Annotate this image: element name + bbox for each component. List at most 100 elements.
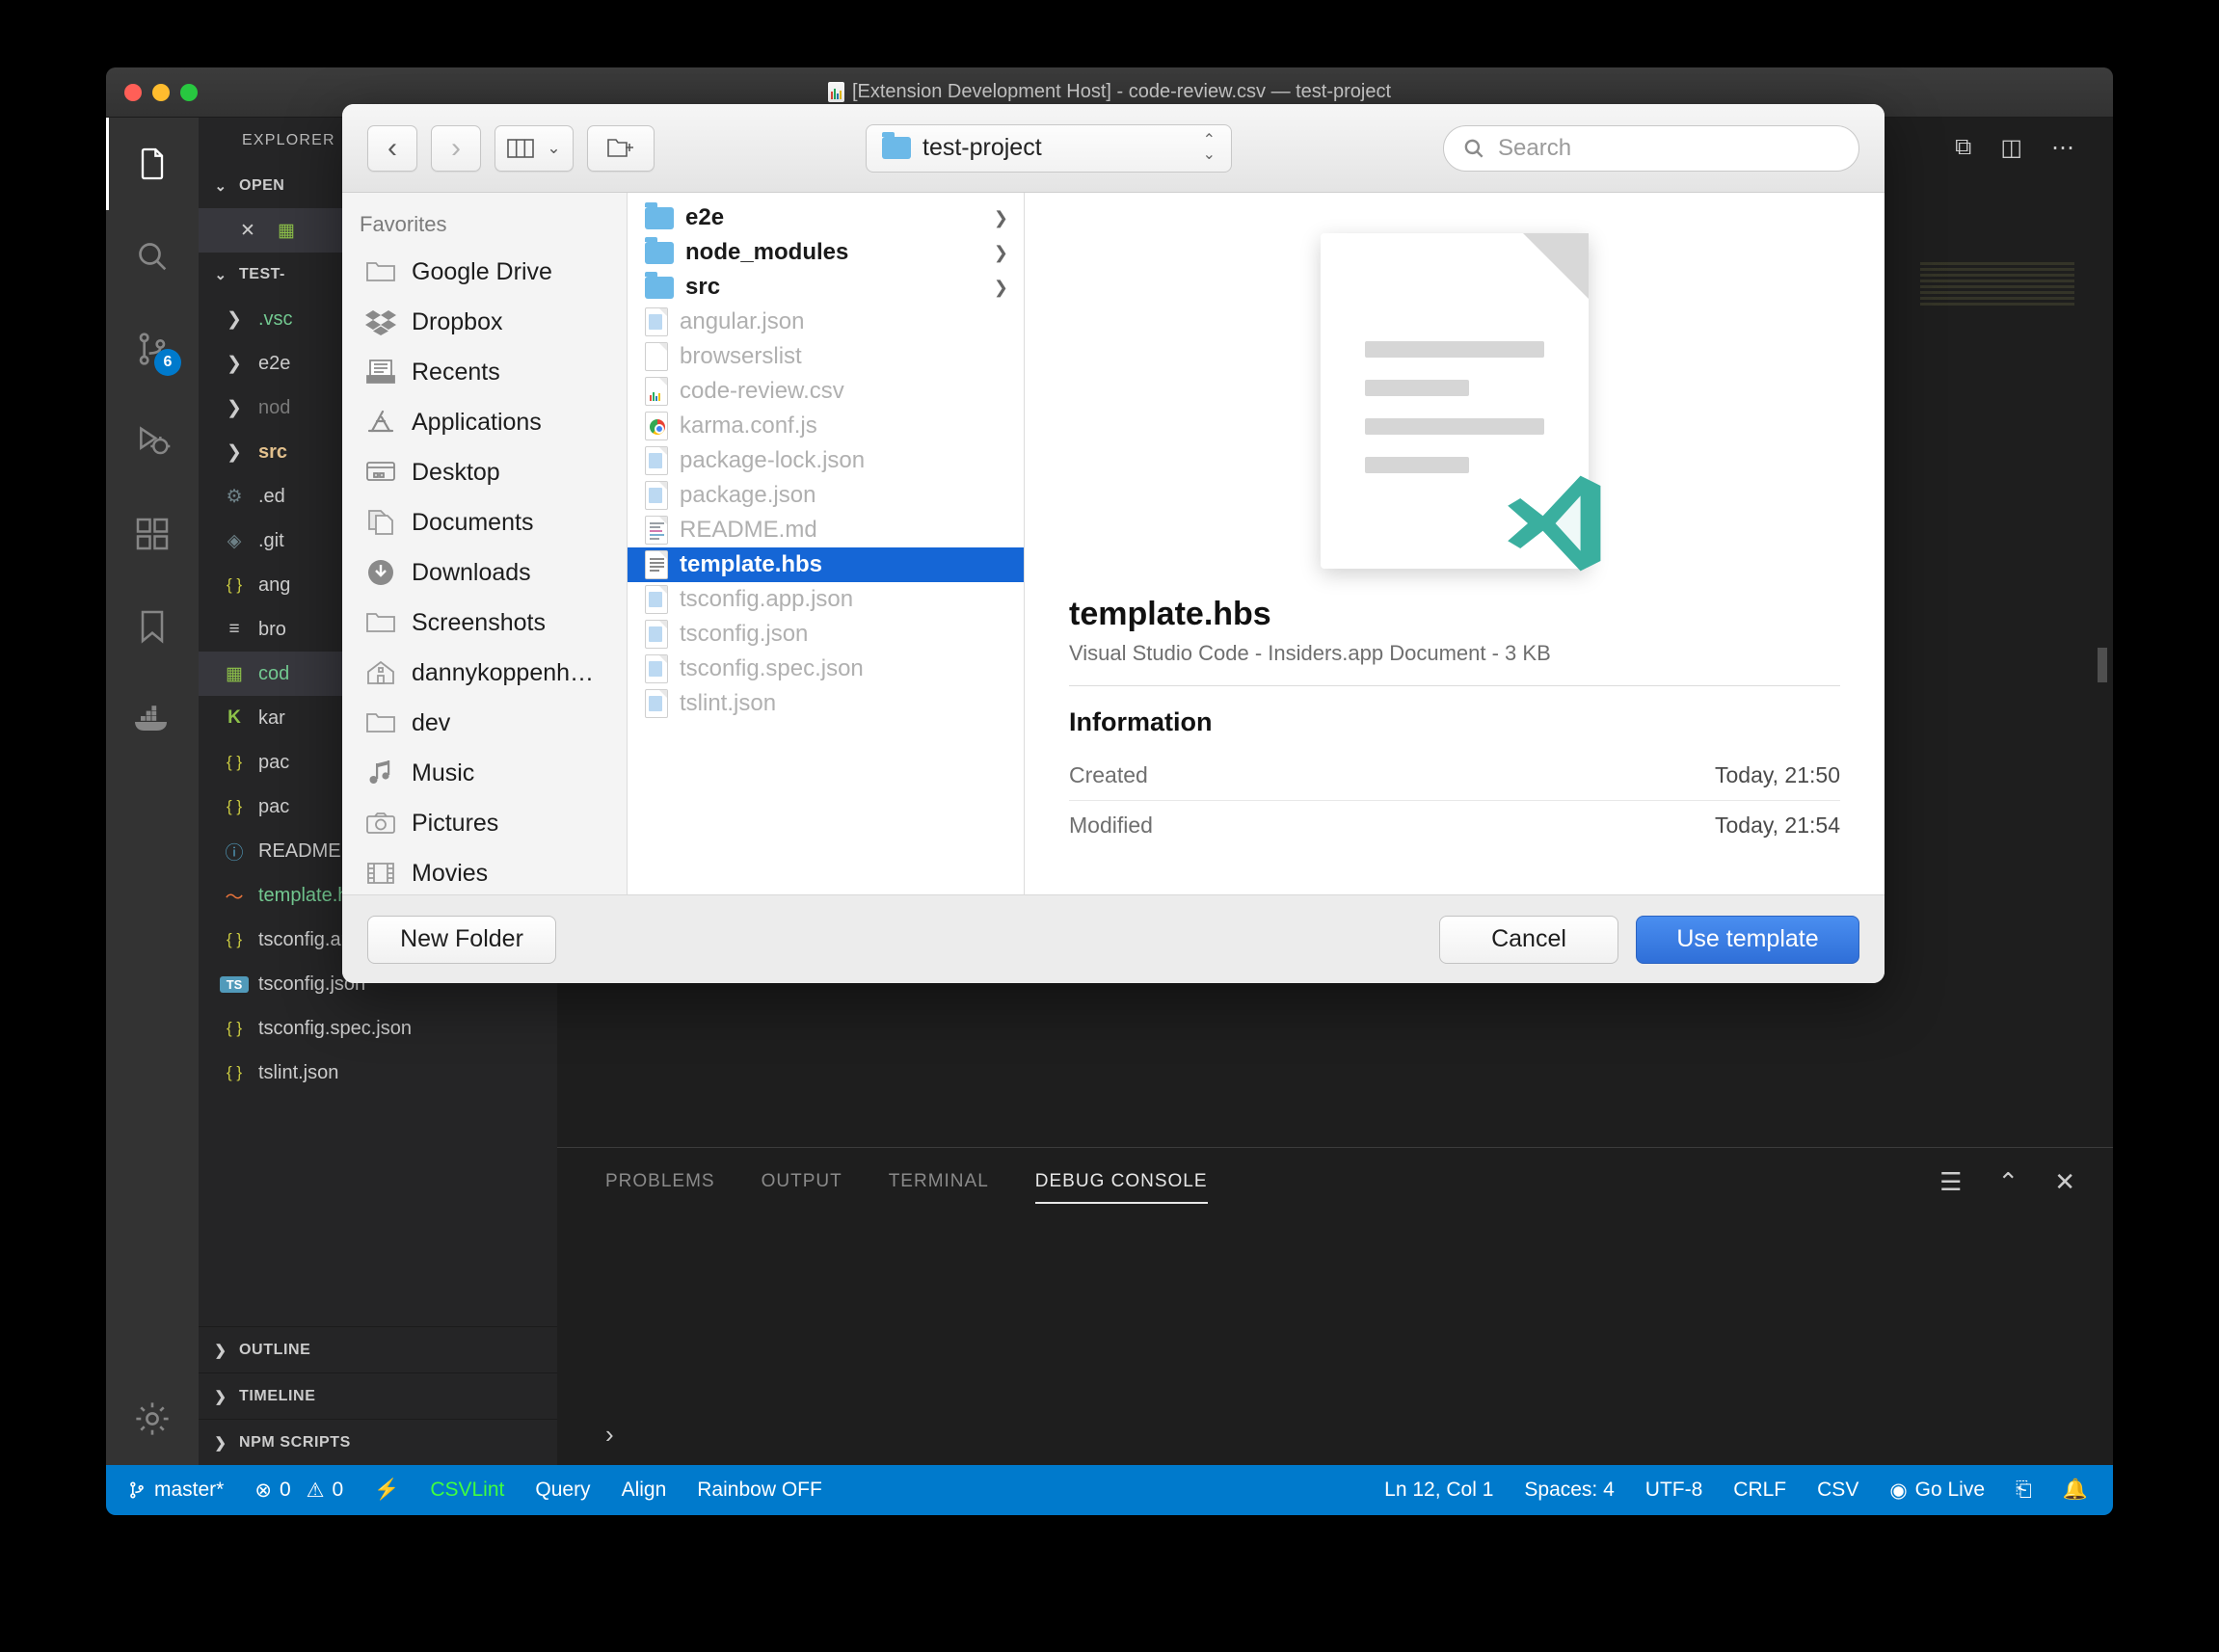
chevron-down-icon: ⌄ (547, 139, 560, 158)
status-language-mode[interactable]: CSV (1802, 1465, 1874, 1515)
file-row[interactable]: angular.json (628, 305, 1024, 339)
status-eol[interactable]: CRLF (1718, 1465, 1802, 1515)
status-encoding[interactable]: UTF-8 (1630, 1465, 1719, 1515)
tab-output[interactable]: OUTPUT (762, 1148, 842, 1215)
favorite-item-google-drive[interactable]: Google Drive (342, 247, 627, 297)
live-share-icon: ⎗ (2016, 1479, 2032, 1502)
favorite-item-recents[interactable]: Recents (342, 347, 627, 397)
file-name: code-review.csv (680, 378, 844, 405)
activity-item-bookmarks[interactable] (106, 580, 199, 673)
back-button[interactable]: ‹ (367, 125, 417, 172)
desktop-icon (363, 458, 398, 487)
file-row[interactable]: README.md (628, 513, 1024, 547)
new-folder-toolbar-button[interactable] (587, 125, 655, 172)
section-outline[interactable]: ❯ OUTLINE (199, 1326, 557, 1372)
favorite-item-documents[interactable]: Documents (342, 497, 627, 547)
close-icon[interactable]: ✕ (2054, 1167, 2076, 1197)
activity-item-docker[interactable] (106, 673, 199, 765)
file-name: README.md (680, 517, 817, 544)
path-selector[interactable]: test-project ⌃⌄ (866, 124, 1232, 173)
tab-terminal[interactable]: TERMINAL (889, 1148, 989, 1215)
chevron-right-icon[interactable]: ❯ (220, 353, 249, 375)
more-actions-icon[interactable]: ⋯ (2051, 134, 2074, 162)
file-row[interactable]: e2e ❯ (628, 200, 1024, 235)
status-bar: master* ⊗ 0 ⚠ 0 ⚡ CSVLint Query Align Ra… (106, 1465, 2113, 1515)
status-rainbow[interactable]: Rainbow OFF (682, 1465, 838, 1515)
editor-scrollbar-thumb[interactable] (2098, 648, 2107, 682)
clear-console-icon[interactable]: ☰ (1939, 1167, 1963, 1197)
activity-item-settings[interactable] (106, 1372, 199, 1465)
tree-item-tsconfig-spec-json[interactable]: { } tsconfig.spec.json (199, 1006, 557, 1051)
panel-actions: ☰ ⌃ ✕ (1939, 1148, 2076, 1215)
file-row[interactable]: src ❯ (628, 270, 1024, 305)
favorite-item-pictures[interactable]: Pictures (342, 798, 627, 848)
chevron-right-icon[interactable]: ❯ (220, 308, 249, 331)
tab-debug-console[interactable]: DEBUG CONSOLE (1035, 1148, 1208, 1215)
favorite-item-desktop[interactable]: Desktop (342, 447, 627, 497)
json-file-icon (645, 654, 668, 683)
finder-body: Favorites Google Drive Dropbox (342, 193, 1885, 894)
file-row[interactable]: karma.conf.js (628, 409, 1024, 443)
folder-grey-icon (363, 708, 398, 737)
favorite-item-home[interactable]: dannykoppenh… (342, 648, 627, 698)
status-csvlint[interactable]: CSVLint (414, 1465, 520, 1515)
favorite-item-dropbox[interactable]: Dropbox (342, 297, 627, 347)
activity-item-run-and-debug[interactable] (106, 395, 199, 488)
favorite-item-applications[interactable]: Applications (342, 397, 627, 447)
file-row[interactable]: package-lock.json (628, 443, 1024, 478)
status-live-share-session[interactable]: ⎗ (2000, 1465, 2047, 1515)
status-notifications[interactable]: 🔔 (2047, 1465, 2113, 1515)
chevron-right-icon[interactable]: ❯ (220, 441, 249, 464)
split-editor-icon[interactable]: ◫ (2000, 134, 2022, 162)
favorite-item-dev[interactable]: dev (342, 698, 627, 748)
editor-minimap[interactable] (1920, 262, 2074, 306)
favorite-item-music[interactable]: Music (342, 748, 627, 798)
markdown-file-icon (645, 516, 668, 545)
file-name: browserslist (680, 343, 802, 370)
status-go-live[interactable]: ◉ Go Live (1874, 1465, 2000, 1515)
activity-item-search[interactable] (106, 210, 199, 303)
new-folder-button[interactable]: New Folder (367, 916, 556, 964)
file-row[interactable]: tsconfig.app.json (628, 582, 1024, 617)
home-icon (363, 658, 398, 687)
status-cursor-position[interactable]: Ln 12, Col 1 (1369, 1465, 1509, 1515)
close-icon[interactable]: ✕ (233, 220, 262, 242)
view-mode-button[interactable]: ⌄ (495, 125, 574, 172)
file-row[interactable]: node_modules ❯ (628, 235, 1024, 270)
search-field[interactable]: Search (1443, 125, 1859, 172)
status-problems[interactable]: ⊗ 0 ⚠ 0 (239, 1465, 359, 1515)
favorite-item-movies[interactable]: Movies (342, 848, 627, 894)
section-npm-scripts[interactable]: ❯ NPM SCRIPTS (199, 1419, 557, 1465)
activity-item-extensions[interactable] (106, 488, 199, 580)
source-control-icon (127, 1480, 147, 1500)
split-preview-icon[interactable]: ⧉ (1955, 134, 1971, 161)
debug-console-prompt[interactable]: › (605, 1420, 614, 1450)
status-branch[interactable]: master* (106, 1465, 239, 1515)
tree-item-tslint-json[interactable]: { } tslint.json (199, 1051, 557, 1095)
status-indentation[interactable]: Spaces: 4 (1509, 1465, 1629, 1515)
chevron-up-icon[interactable]: ⌃ (1997, 1167, 2019, 1197)
use-template-button[interactable]: Use template (1636, 916, 1859, 964)
forward-button[interactable]: › (431, 125, 481, 172)
favorite-item-downloads[interactable]: Downloads (342, 547, 627, 598)
file-row[interactable]: template.hbs (628, 547, 1024, 582)
file-row[interactable]: tslint.json (628, 686, 1024, 721)
music-icon (363, 759, 398, 787)
file-row[interactable]: tsconfig.json (628, 617, 1024, 652)
favorite-item-screenshots[interactable]: Screenshots (342, 598, 627, 648)
activity-item-source-control[interactable]: 6 (106, 303, 199, 395)
file-row[interactable]: package.json (628, 478, 1024, 513)
status-align[interactable]: Align (606, 1465, 682, 1515)
status-live-share-bolt[interactable]: ⚡ (359, 1465, 414, 1515)
activity-item-explorer[interactable] (106, 118, 199, 210)
status-query[interactable]: Query (520, 1465, 605, 1515)
section-timeline[interactable]: ❯ TIMELINE (199, 1372, 557, 1419)
preview-pane: template.hbs Visual Studio Code - Inside… (1025, 193, 1885, 894)
file-row[interactable]: tsconfig.spec.json (628, 652, 1024, 686)
folder-grey-icon (363, 257, 398, 286)
cancel-button[interactable]: Cancel (1439, 916, 1618, 964)
file-row[interactable]: code-review.csv (628, 374, 1024, 409)
chevron-right-icon[interactable]: ❯ (220, 397, 249, 419)
file-row[interactable]: browserslist (628, 339, 1024, 374)
tab-problems[interactable]: PROBLEMS (605, 1148, 715, 1215)
